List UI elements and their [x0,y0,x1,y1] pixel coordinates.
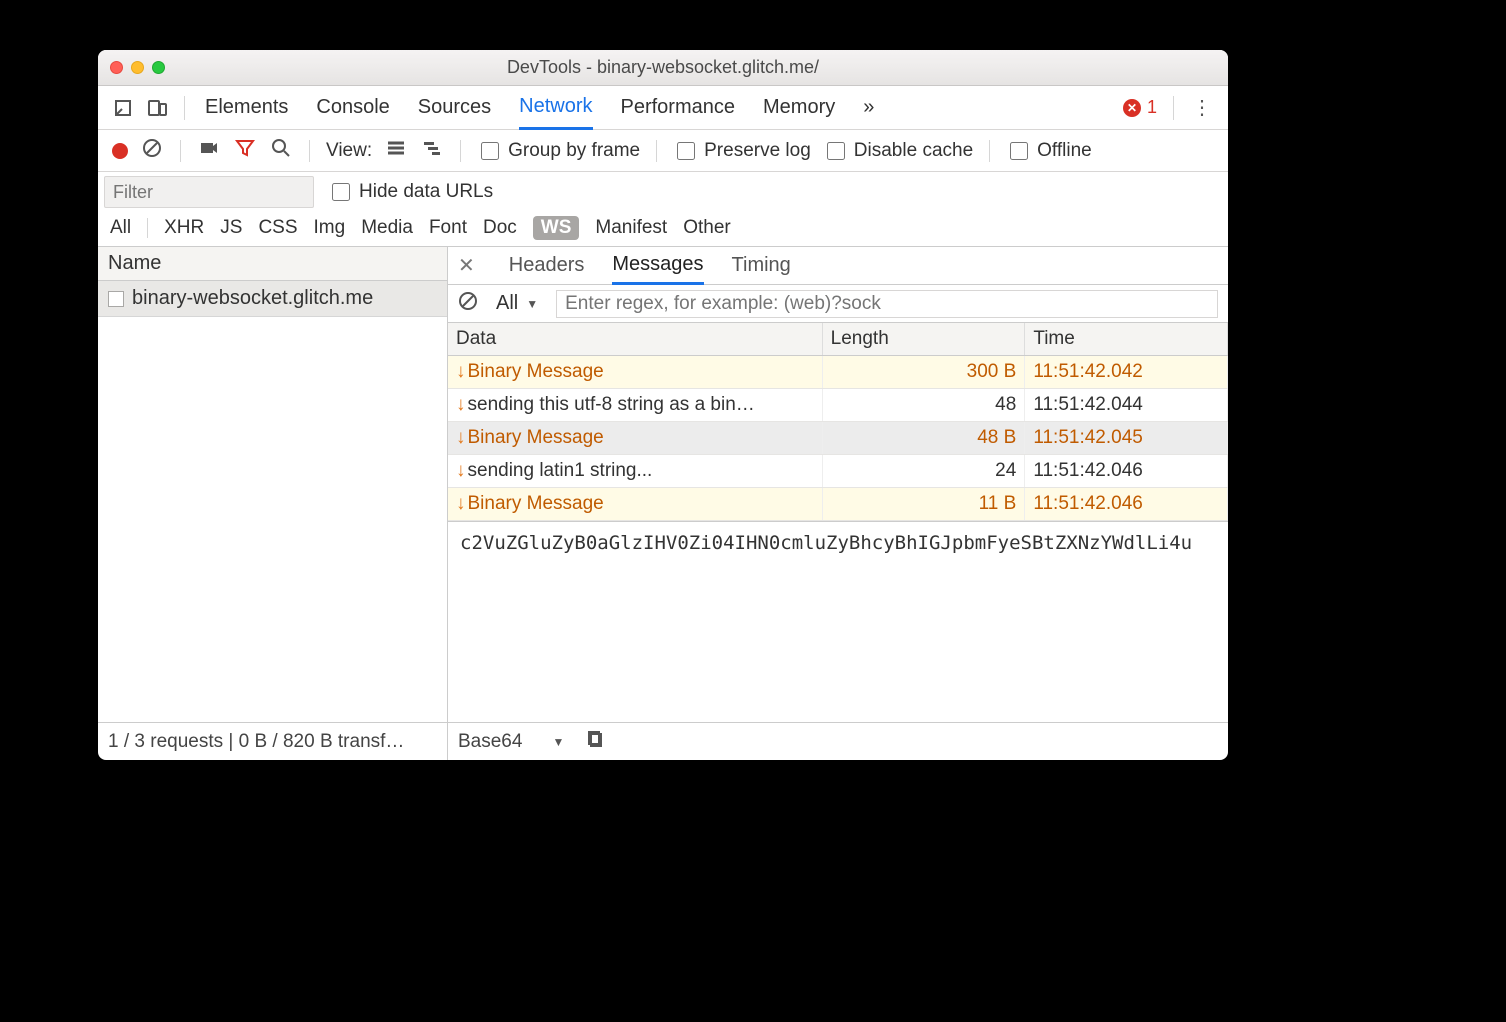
message-row[interactable]: ↓Binary Message300 B11:51:42.042 [448,356,1228,389]
filter-input[interactable] [104,176,314,208]
type-css[interactable]: CSS [258,217,297,239]
camera-icon[interactable] [197,138,221,164]
main-tabs: Elements Console Sources Network Perform… [98,86,1228,130]
tab-console[interactable]: Console [316,87,389,128]
chevron-down-icon: ▼ [526,297,538,311]
message-row[interactable]: ↓sending latin1 string...2411:51:42.046 [448,455,1228,488]
filter-icon[interactable] [233,138,257,164]
type-media[interactable]: Media [361,217,413,239]
filter-row: Hide data URLs [98,172,1228,212]
subtab-timing[interactable]: Timing [732,248,791,283]
type-manifest[interactable]: Manifest [595,217,667,239]
content-area: Name binary-websocket.glitch.me ✕ Header… [98,247,1228,722]
group-by-frame-checkbox[interactable]: Group by frame [477,139,640,163]
message-row[interactable]: ↓Binary Message48 B11:51:42.045 [448,422,1228,455]
tab-performance[interactable]: Performance [621,87,736,128]
clear-icon[interactable] [140,138,164,164]
copy-icon[interactable] [586,729,606,755]
type-font[interactable]: Font [429,217,467,239]
settings-menu-icon[interactable]: ⋮ [1184,95,1220,120]
disable-cache-checkbox[interactable]: Disable cache [823,139,973,163]
subtab-headers[interactable]: Headers [509,248,585,283]
list-view-icon[interactable] [384,138,408,164]
devtools-window: DevTools - binary-websocket.glitch.me/ E… [98,50,1228,760]
error-count: 1 [1147,97,1157,118]
type-xhr[interactable]: XHR [164,217,204,239]
tab-list: Elements Console Sources Network Perform… [205,86,874,130]
footer: 1 / 3 requests | 0 B / 820 B transf… Bas… [98,722,1228,760]
offline-checkbox[interactable]: Offline [1006,139,1092,163]
name-column-header: Name [108,252,161,275]
arrow-down-icon: ↓ [456,427,466,448]
type-filter-row: All XHR JS CSS Img Media Font Doc WS Man… [98,212,1228,247]
tab-overflow[interactable]: » [863,87,874,128]
col-data[interactable]: Data [448,323,822,356]
waterfall-view-icon[interactable] [420,138,444,164]
tab-memory[interactable]: Memory [763,87,835,128]
search-icon[interactable] [269,138,293,164]
record-button[interactable] [112,143,128,159]
tab-sources[interactable]: Sources [418,87,491,128]
request-summary: 1 / 3 requests | 0 B / 820 B transf… [98,723,448,760]
arrow-down-icon: ↓ [456,460,466,481]
device-toolbar-icon[interactable] [140,91,174,125]
request-name: binary-websocket.glitch.me [132,287,373,310]
separator [1173,96,1174,120]
request-detail: ✕ Headers Messages Timing All ▼ Data [448,247,1228,722]
close-icon[interactable]: ✕ [458,253,475,278]
encoding-select[interactable]: Base64 ▼ [458,731,564,753]
chevron-down-icon: ▼ [552,735,564,749]
error-badge[interactable]: ✕ 1 [1123,97,1157,118]
type-ws[interactable]: WS [533,216,580,240]
separator [184,96,185,120]
preserve-log-checkbox[interactable]: Preserve log [673,139,811,163]
arrow-down-icon: ↓ [456,493,466,514]
message-row[interactable]: ↓Binary Message11 B11:51:42.046 [448,488,1228,521]
request-icon [108,291,124,307]
network-toolbar: View: Group by frame Preserve log Disabl… [98,130,1228,172]
message-payload: c2VuZGluZyB0aGlzIHV0Zi04IHN0cmluZyBhcyBh… [448,521,1228,722]
messages-table: Data Length Time ↓Binary Message300 B11:… [448,323,1228,521]
type-other[interactable]: Other [683,217,731,239]
type-all[interactable]: All [110,217,131,239]
type-doc[interactable]: Doc [483,217,517,239]
request-list: Name binary-websocket.glitch.me [98,247,448,722]
type-img[interactable]: Img [314,217,346,239]
message-row[interactable]: ↓sending this utf-8 string as a bin…4811… [448,389,1228,422]
col-time[interactable]: Time [1025,323,1228,356]
col-length[interactable]: Length [822,323,1025,356]
tab-network[interactable]: Network [519,86,592,130]
separator [460,140,461,162]
separator [656,140,657,162]
regex-filter-input[interactable] [556,290,1218,318]
error-icon: ✕ [1123,99,1141,117]
messages-toolbar: All ▼ [448,285,1228,323]
separator [309,140,310,162]
arrow-down-icon: ↓ [456,361,466,382]
window-title: DevTools - binary-websocket.glitch.me/ [98,57,1228,78]
request-row[interactable]: binary-websocket.glitch.me [98,281,447,317]
arrow-down-icon: ↓ [456,394,466,415]
subtab-messages[interactable]: Messages [612,247,703,285]
tab-elements[interactable]: Elements [205,87,288,128]
type-js[interactable]: JS [220,217,242,239]
separator [180,140,181,162]
view-label: View: [326,140,372,162]
titlebar: DevTools - binary-websocket.glitch.me/ [98,50,1228,86]
hide-data-urls-checkbox[interactable]: Hide data URLs [328,180,493,204]
direction-filter-select[interactable]: All ▼ [490,290,544,317]
clear-messages-icon[interactable] [458,291,478,317]
separator [989,140,990,162]
detail-tabs: ✕ Headers Messages Timing [448,247,1228,285]
inspect-icon[interactable] [106,91,140,125]
